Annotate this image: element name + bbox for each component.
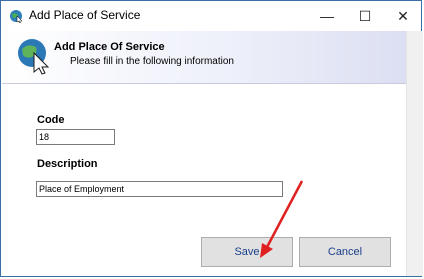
globe-cursor-large-icon <box>18 39 50 75</box>
dialog-header: Add Place Of Service Please fill in the … <box>2 31 406 84</box>
dialog-window: Add Place of Service — ☐ ✕ Add Place Of … <box>0 0 423 277</box>
minimize-button[interactable]: — <box>311 1 343 31</box>
header-title: Add Place Of Service <box>54 41 165 53</box>
globe-cursor-icon <box>10 10 23 23</box>
description-field[interactable] <box>36 181 283 197</box>
code-label: Code <box>37 114 65 126</box>
window-title: Add Place of Service <box>29 8 141 22</box>
title-bar: Add Place of Service — ☐ ✕ <box>1 1 421 31</box>
maximize-button[interactable]: ☐ <box>349 1 381 31</box>
description-label: Description <box>37 158 98 170</box>
close-button[interactable]: ✕ <box>387 1 419 31</box>
vertical-scrollbar[interactable] <box>406 31 423 276</box>
cancel-button[interactable]: Cancel <box>299 237 391 267</box>
header-subtitle: Please fill in the following information <box>70 56 234 67</box>
code-field[interactable] <box>36 129 115 145</box>
annotation-arrow <box>260 180 304 258</box>
